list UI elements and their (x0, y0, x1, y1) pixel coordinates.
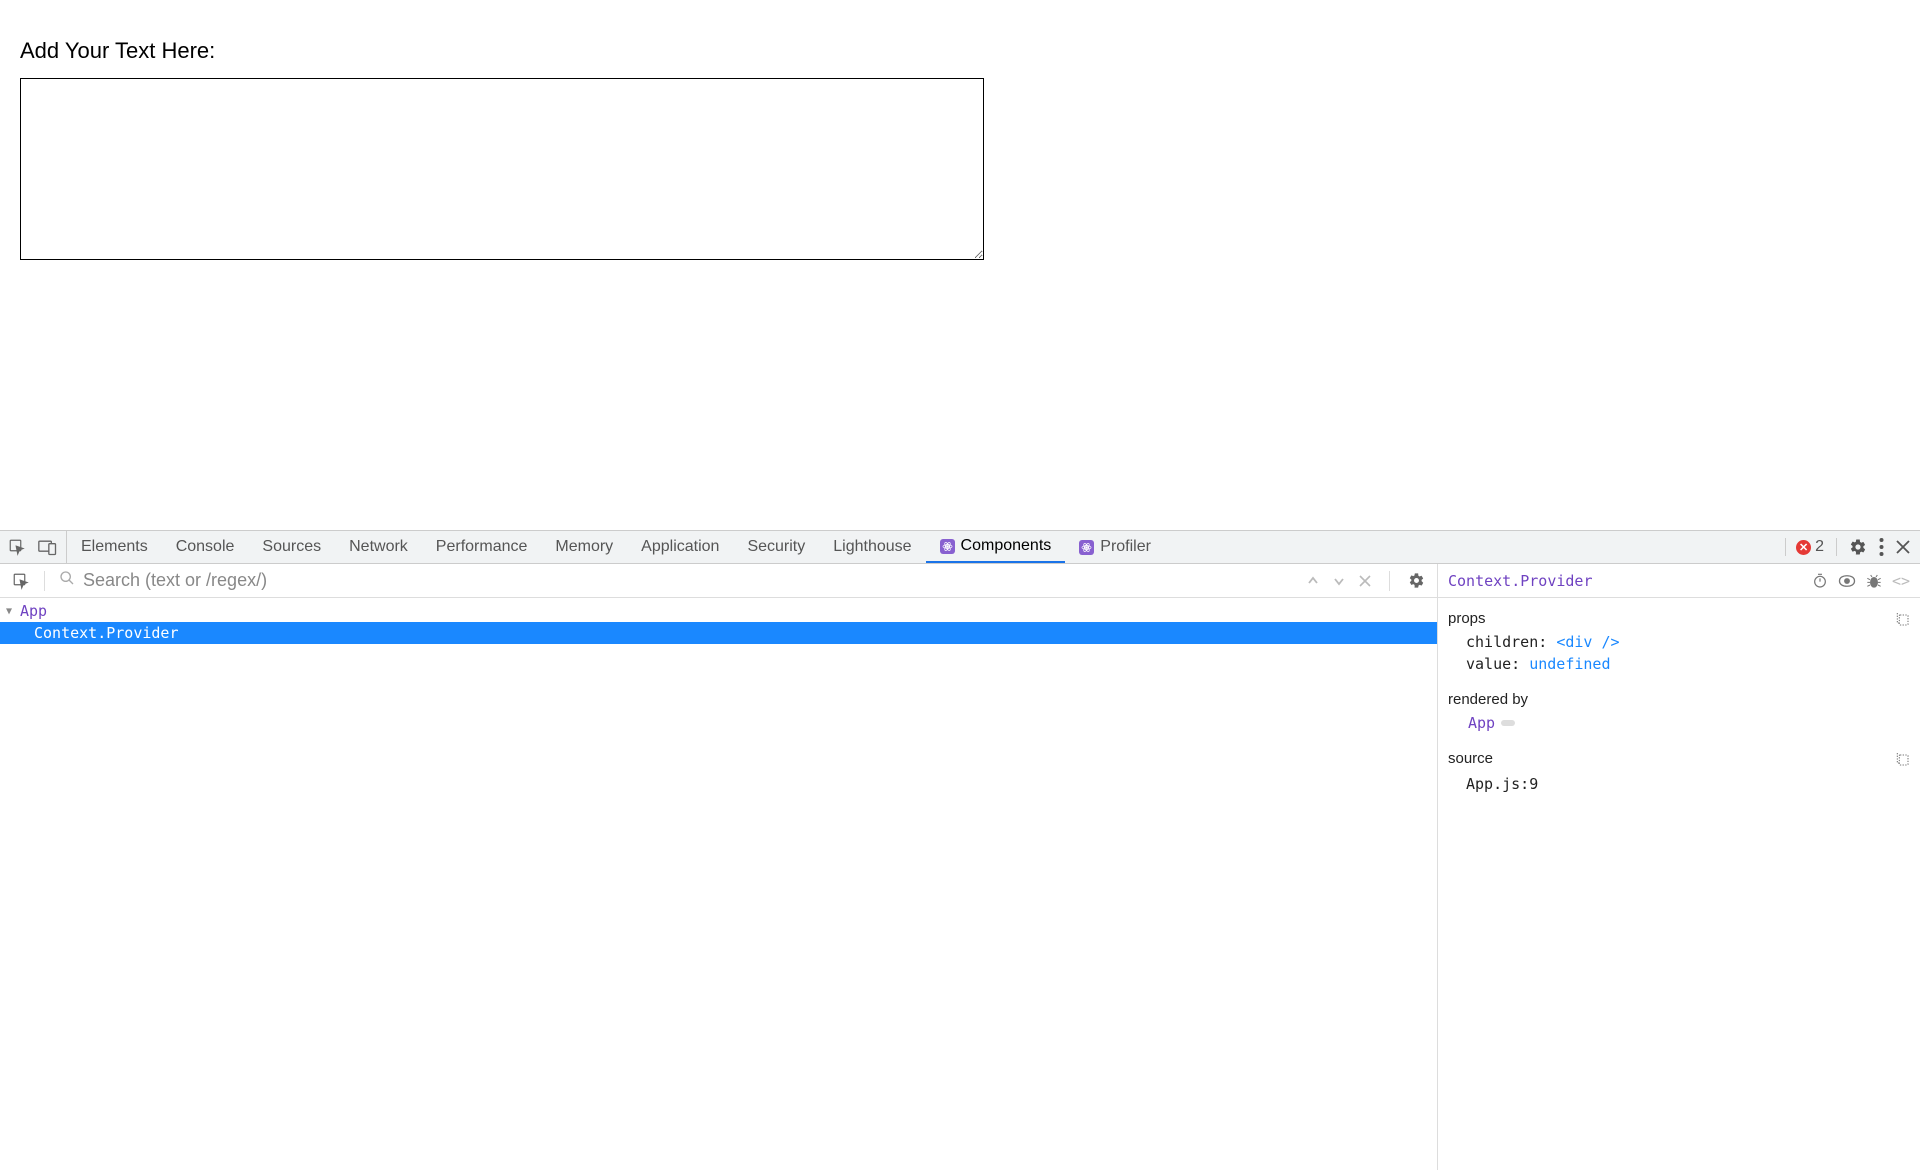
tree-node-app[interactable]: ▼ App (0, 600, 1437, 622)
text-input[interactable] (20, 78, 984, 260)
copy-source-icon[interactable] (1894, 751, 1910, 767)
tab-console[interactable]: Console (162, 531, 249, 563)
inspect-dom-icon[interactable] (1838, 573, 1856, 589)
tab-elements[interactable]: Elements (67, 531, 162, 563)
tab-profiler[interactable]: Profiler (1065, 531, 1165, 563)
device-toolbar-icon[interactable] (38, 538, 58, 556)
tab-security[interactable]: Security (733, 531, 819, 563)
devtools-panel: Elements Console Sources Network Perform… (0, 530, 1920, 1170)
rendered-by-link[interactable]: App (1468, 714, 1495, 732)
prop-children: children: <div /> (1438, 631, 1920, 653)
inspect-icon[interactable] (8, 538, 26, 556)
tab-application[interactable]: Application (627, 531, 733, 563)
source-section-label: source (1448, 750, 1493, 767)
select-element-icon[interactable] (12, 572, 30, 590)
error-icon: ✕ (1796, 540, 1811, 555)
tree-node-context-provider[interactable]: Context.Provider (0, 622, 1437, 644)
prev-match-icon[interactable] (1307, 575, 1319, 587)
close-icon[interactable] (1896, 540, 1910, 554)
details-title: Context.Provider (1448, 572, 1593, 590)
copy-props-icon[interactable] (1894, 611, 1910, 627)
tab-components[interactable]: Components (926, 531, 1066, 563)
more-icon[interactable] (1879, 538, 1884, 556)
view-source-icon[interactable]: <> (1892, 572, 1910, 590)
owner-badge-icon (1501, 720, 1515, 726)
source-location: App.js:9 (1438, 771, 1920, 795)
settings-icon[interactable] (1836, 538, 1867, 556)
component-search-input[interactable] (83, 570, 1297, 591)
next-match-icon[interactable] (1333, 575, 1345, 587)
tab-lighthouse[interactable]: Lighthouse (819, 531, 925, 563)
tab-network[interactable]: Network (335, 531, 422, 563)
tab-memory[interactable]: Memory (541, 531, 627, 563)
debug-icon[interactable] (1866, 573, 1882, 589)
tab-performance[interactable]: Performance (422, 531, 542, 563)
error-count[interactable]: ✕ 2 (1785, 538, 1824, 556)
component-tree-panel: ▼ App Context.Provider (0, 564, 1438, 1170)
search-icon (59, 570, 75, 591)
react-icon (1079, 540, 1094, 555)
rendered-by-section-label: rendered by (1448, 691, 1528, 708)
component-details-panel: Context.Provider <> props (1438, 564, 1920, 1170)
suspend-icon[interactable] (1812, 573, 1828, 589)
caret-down-icon: ▼ (6, 606, 16, 617)
clear-search-icon[interactable] (1359, 575, 1371, 587)
prop-value: value: undefined (1438, 653, 1920, 675)
tab-sources[interactable]: Sources (248, 531, 335, 563)
react-icon (940, 539, 955, 554)
tree-settings-icon[interactable] (1408, 572, 1425, 589)
textarea-label: Add Your Text Here: (20, 38, 1900, 64)
devtools-tab-bar: Elements Console Sources Network Perform… (0, 531, 1920, 564)
props-section-label: props (1448, 610, 1486, 627)
